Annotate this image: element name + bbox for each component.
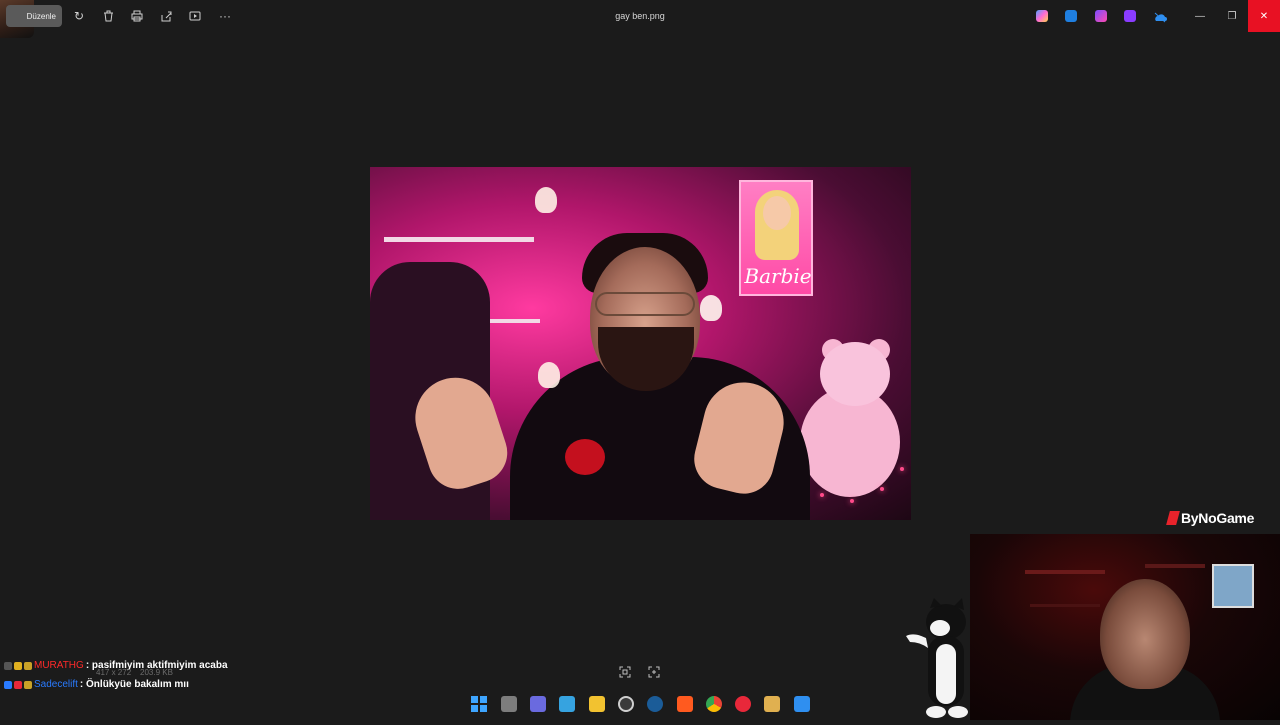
task-view-icon[interactable] [501,696,517,712]
butterfly [535,187,557,213]
taskbar [0,690,1280,720]
delete-icon[interactable] [100,8,116,24]
displayed-image: Barbie [370,167,911,520]
chat-username: MURATHG [34,660,84,671]
fit-icon[interactable] [618,665,632,679]
edit-button-label: Düzenle [26,11,56,21]
onedrive-icon[interactable] [1153,10,1167,23]
shelf [384,237,534,242]
obs-icon[interactable] [618,696,634,712]
share-icon[interactable] [158,8,174,24]
chrome-icon[interactable] [706,696,722,712]
maximize-button[interactable]: ❐ [1216,0,1248,32]
poster-logo: Barbie [744,264,812,288]
hair-bow [700,295,722,321]
title-bar: Düzenle ↻ ··· gay ben.png — ❐ ✕ [0,0,1280,38]
teddy-bear-head [820,342,890,406]
edit-button[interactable]: Düzenle [6,5,62,27]
image-dimensions: 417 x 272 [96,668,132,677]
start-icon[interactable] [471,696,487,712]
glasses [595,292,695,316]
image-info: 417 x 272 203.9 KB [96,668,173,677]
video-editor-icon[interactable] [1124,10,1136,22]
fullscreen-icon[interactable] [647,665,661,679]
edit-app-icon[interactable] [1065,10,1077,22]
paint-icon[interactable] [794,696,810,712]
media-player-icon[interactable] [764,696,780,712]
brave-icon[interactable] [677,696,693,712]
badge-icon [14,680,22,689]
rotate-icon[interactable]: ↻ [71,8,87,24]
brand-name: ByNoGame [1181,510,1255,526]
streamer-head [1100,579,1190,689]
copilot-icon[interactable] [1036,10,1048,22]
badge-icon [14,661,22,670]
wall-frame [1212,564,1254,608]
badge-icon [4,661,12,670]
close-button[interactable]: ✕ [1248,0,1280,32]
photos-app-icon[interactable] [559,696,575,712]
barbie-poster: Barbie [739,180,813,296]
file-explorer-icon[interactable] [589,696,605,712]
brand-mark-icon [1166,511,1180,525]
more-icon[interactable]: ··· [217,8,233,24]
badge-icon [24,661,32,670]
file-title: gay ben.png [615,11,665,21]
clipchamp-icon[interactable] [1095,10,1107,22]
slideshow-icon[interactable] [187,8,203,24]
task-manager-icon[interactable] [530,696,546,712]
badge-icon [4,680,12,689]
steam-icon[interactable] [647,696,663,712]
badge-icon [24,680,32,689]
image-file-size: 203.9 KB [140,668,173,677]
brand-logo: ByNoGame [1166,510,1255,526]
butterfly [538,362,560,388]
recorder-icon[interactable] [735,696,751,712]
rose [565,439,605,475]
print-icon[interactable] [129,8,145,24]
minimize-button[interactable]: — [1184,0,1216,32]
